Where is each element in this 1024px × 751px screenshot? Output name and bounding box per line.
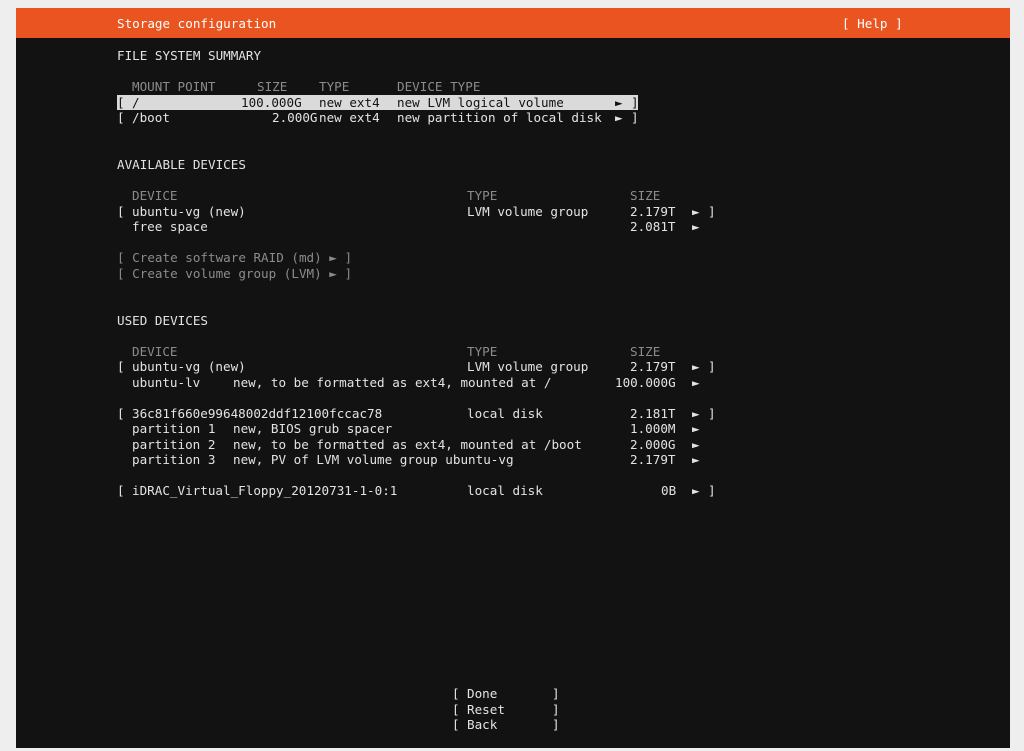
child-desc: new, to be formatted as ext4, mounted at… xyxy=(233,437,582,452)
bracket-open: [ xyxy=(452,686,460,701)
terminal-screen: Storage configuration [ Help ] FILE SYST… xyxy=(16,8,1010,748)
bracket-close: ] xyxy=(631,110,639,125)
arrow-right-icon: ► xyxy=(615,110,623,125)
bracket-open: [ xyxy=(117,110,125,125)
bracket-open: [ xyxy=(117,483,125,498)
bracket-close: ] xyxy=(552,717,560,732)
bracket-close: ] xyxy=(631,95,639,110)
child-name: partition 1 xyxy=(132,421,216,436)
reset-button[interactable]: [ Reset ] xyxy=(452,702,562,717)
bracket-close: ] xyxy=(552,702,560,717)
col-type: TYPE xyxy=(467,344,498,359)
arrow-right-icon: ► xyxy=(692,219,700,234)
arrow-right-icon: ► xyxy=(692,452,700,467)
bracket-close: ] xyxy=(708,483,716,498)
available-row-free-space[interactable]: free space 2.081T ► xyxy=(117,219,717,234)
child-name: ubuntu-lv xyxy=(132,375,201,390)
fs-summary-title: FILE SYSTEM SUMMARY xyxy=(117,48,262,63)
bracket-open: [ xyxy=(117,406,125,421)
arrow-right-icon: ► xyxy=(692,406,700,421)
device-size: 0B xyxy=(661,483,677,498)
bracket-open: [ xyxy=(117,95,125,110)
device-size: 2.181T xyxy=(630,406,676,421)
button-label: Done xyxy=(467,686,498,701)
bracket-open: [ xyxy=(452,702,460,717)
col-size: SIZE xyxy=(257,79,288,94)
device-name: 36c81f660e99648002ddf12100fccac78 xyxy=(132,406,383,421)
bracket-close: ] xyxy=(708,406,716,421)
create-raid-button[interactable]: [ Create software RAID (md) ► ] xyxy=(117,250,352,266)
device-type: new LVM logical volume xyxy=(397,95,564,110)
size: 2.000G xyxy=(272,110,318,125)
available-devices-title: AVAILABLE DEVICES xyxy=(117,157,246,172)
arrow-right-icon: ► xyxy=(692,421,700,436)
device-size: 2.179T xyxy=(630,204,676,219)
col-device: DEVICE xyxy=(132,188,178,203)
device-size: 1.000M xyxy=(630,421,676,436)
help-button[interactable]: [ Help ] xyxy=(842,16,903,32)
used-row-partition-1[interactable]: partition 1 new, BIOS grub spacer 1.000M… xyxy=(117,421,717,436)
bracket-open: [ xyxy=(117,204,125,219)
device-size: 2.081T xyxy=(630,219,676,234)
back-button[interactable]: [ Back ] xyxy=(452,717,562,732)
header-bar: Storage configuration [ Help ] xyxy=(16,8,1010,38)
bracket-close: ] xyxy=(708,359,716,374)
arrow-right-icon: ► xyxy=(692,359,700,374)
used-row-partition-3[interactable]: partition 3 new, PV of LVM volume group … xyxy=(117,452,717,467)
used-row-ubuntu-lv[interactable]: ubuntu-lv new, to be formatted as ext4, … xyxy=(117,375,717,390)
mount-point: / xyxy=(132,95,140,110)
used-row-idrac-floppy[interactable]: [ iDRAC_Virtual_Floppy_20120731-1-0:1 lo… xyxy=(117,483,717,498)
col-size: SIZE xyxy=(630,344,661,359)
fs-row-root[interactable]: [ / 100.000G new ext4 new LVM logical vo… xyxy=(117,95,639,110)
device-name: ubuntu-vg (new) xyxy=(132,359,246,374)
page-title: Storage configuration xyxy=(117,16,277,31)
arrow-right-icon: ► xyxy=(692,437,700,452)
bracket-open: [ xyxy=(117,359,125,374)
fs-row-boot[interactable]: [ /boot 2.000G new ext4 new partition of… xyxy=(117,110,639,125)
size: 100.000G xyxy=(241,95,302,110)
device-type: LVM volume group xyxy=(467,204,589,219)
device-name: free space xyxy=(132,219,208,234)
used-row-local-disk[interactable]: [ 36c81f660e99648002ddf12100fccac78 loca… xyxy=(117,406,717,421)
used-devices-title: USED DEVICES xyxy=(117,313,208,328)
child-desc: new, to be formatted as ext4, mounted at… xyxy=(233,375,552,390)
device-size: 100.000G xyxy=(615,375,676,390)
device-type: LVM volume group xyxy=(467,359,589,374)
col-type: TYPE xyxy=(319,79,350,94)
done-button[interactable]: [ Done ] xyxy=(452,686,562,701)
device-name: iDRAC_Virtual_Floppy_20120731-1-0:1 xyxy=(132,483,398,498)
child-name: partition 3 xyxy=(132,452,216,467)
mount-point: /boot xyxy=(132,110,170,125)
arrow-right-icon: ► xyxy=(692,483,700,498)
col-type: TYPE xyxy=(467,188,498,203)
bracket-open: [ xyxy=(452,717,460,732)
bracket-close: ] xyxy=(708,204,716,219)
type: new ext4 xyxy=(319,95,380,110)
device-size: 2.000G xyxy=(630,437,676,452)
child-desc: new, PV of LVM volume group ubuntu-vg xyxy=(233,452,514,467)
device-type: local disk xyxy=(467,406,543,421)
arrow-right-icon: ► xyxy=(615,95,623,110)
create-volume-group-button[interactable]: [ Create volume group (LVM) ► ] xyxy=(117,266,352,282)
available-row-ubuntu-vg[interactable]: [ ubuntu-vg (new) LVM volume group 2.179… xyxy=(117,204,717,219)
device-type: new partition of local disk xyxy=(397,110,602,125)
child-desc: new, BIOS grub spacer xyxy=(233,421,393,436)
button-label: Back xyxy=(467,717,498,732)
col-mount-point: MOUNT POINT xyxy=(132,79,216,94)
child-name: partition 2 xyxy=(132,437,216,452)
device-name: ubuntu-vg (new) xyxy=(132,204,246,219)
col-device: DEVICE xyxy=(132,344,178,359)
col-device-type: DEVICE TYPE xyxy=(397,79,481,94)
device-size: 2.179T xyxy=(630,452,676,467)
arrow-right-icon: ► xyxy=(692,375,700,390)
col-size: SIZE xyxy=(630,188,661,203)
arrow-right-icon: ► xyxy=(692,204,700,219)
used-row-partition-2[interactable]: partition 2 new, to be formatted as ext4… xyxy=(117,437,717,452)
used-row-ubuntu-vg[interactable]: [ ubuntu-vg (new) LVM volume group 2.179… xyxy=(117,359,717,374)
type: new ext4 xyxy=(319,110,380,125)
bracket-close: ] xyxy=(552,686,560,701)
button-label: Reset xyxy=(467,702,505,717)
device-type: local disk xyxy=(467,483,543,498)
device-size: 2.179T xyxy=(630,359,676,374)
